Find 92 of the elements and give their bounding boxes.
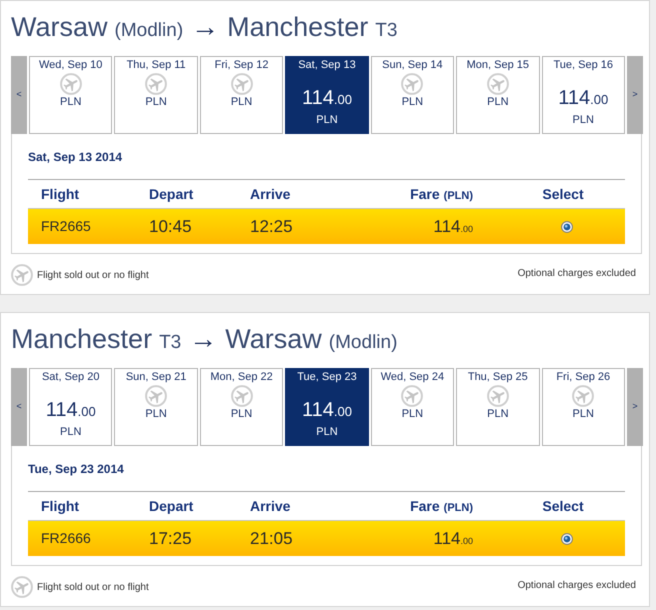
date-label: Sun, Sep 21: [126, 371, 186, 384]
currency-label: PLN: [60, 96, 82, 109]
date-card[interactable]: Tue, Sep 16 114.00 PLN: [542, 56, 625, 134]
date-label: Wed, Sep 24: [380, 371, 444, 384]
fare-price: 114.00: [302, 398, 352, 423]
date-card[interactable]: Tue, Sep 23 114.00 PLN: [285, 368, 369, 446]
column-header: Arrive: [249, 496, 292, 516]
date-label: Mon, Sep 15: [466, 59, 529, 72]
route-title: Manchester T3 → Warsaw (Modlin): [11, 322, 398, 356]
date-label: Sat, Sep 13: [298, 59, 356, 72]
flight-number: FR2665: [40, 217, 92, 236]
date-card[interactable]: Thu, Sep 11 PLN: [114, 56, 198, 134]
currency-label: PLN: [230, 96, 252, 109]
column-header: Select: [541, 496, 585, 516]
plane-icon: [60, 73, 82, 95]
legend-text: Flight sold out or no flight: [37, 268, 149, 282]
route-title: Warsaw (Modlin) → Manchester T3: [11, 10, 398, 44]
date-label: Mon, Sep 22: [210, 371, 273, 384]
currency-label: PLN: [145, 96, 167, 109]
depart-time: 17:25: [148, 528, 193, 550]
date-label: Tue, Sep 23: [297, 371, 357, 384]
charges-note: Optional charges excluded: [518, 578, 636, 592]
next-dates-button[interactable]: >: [626, 56, 643, 134]
date-label: Thu, Sep 25: [468, 371, 528, 384]
plane-icon: [572, 385, 594, 407]
column-header: Fare (PLN): [409, 184, 474, 204]
column-header: Flight: [40, 184, 80, 204]
currency-label: PLN: [572, 114, 594, 127]
currency-label: PLN: [60, 426, 82, 439]
plane-icon: [401, 385, 424, 407]
charges-note: Optional charges excluded: [518, 266, 636, 280]
fare-price: 114.00: [302, 86, 352, 111]
radio-button[interactable]: [561, 220, 573, 232]
date-label: Sat, Sep 20: [42, 371, 100, 384]
flight-number: FR2666: [40, 529, 92, 548]
currency-label: PLN: [316, 426, 338, 439]
currency-label: PLN: [402, 96, 424, 109]
currency-label: PLN: [487, 408, 509, 421]
currency-label: PLN: [230, 408, 252, 421]
plane-icon: [145, 385, 168, 407]
date-label: Fri, Sep 12: [214, 59, 268, 72]
flight-row[interactable]: FR2666 17:25 21:05 114.00: [28, 521, 625, 556]
fare-price: 114.00: [558, 86, 608, 111]
fare-price: 114.00: [432, 216, 474, 238]
plane-icon: [486, 73, 509, 95]
date-card[interactable]: Fri, Sep 26 PLN: [542, 368, 625, 446]
legend-text: Flight sold out or no flight: [37, 580, 149, 594]
plane-icon: [11, 576, 33, 598]
date-label: Thu, Sep 11: [126, 59, 186, 72]
column-header: Depart: [148, 496, 194, 516]
date-card[interactable]: Fri, Sep 12 PLN: [200, 56, 284, 134]
date-label: Sun, Sep 14: [382, 59, 443, 72]
column-header: Flight: [40, 496, 80, 516]
radio-button[interactable]: [561, 532, 573, 544]
plane-icon: [486, 385, 509, 407]
date-card[interactable]: Sat, Sep 20 114.00 PLN: [29, 368, 112, 446]
column-header: Depart: [148, 184, 194, 204]
plane-icon: [230, 73, 253, 95]
prev-dates-button[interactable]: <: [11, 368, 27, 446]
date-card[interactable]: Wed, Sep 10 PLN: [29, 56, 112, 134]
selected-date-heading: Tue, Sep 23 2014: [28, 462, 125, 476]
plane-icon: [230, 385, 253, 407]
prev-dates-button[interactable]: <: [11, 56, 27, 134]
date-label: Tue, Sep 16: [553, 59, 613, 72]
next-dates-button[interactable]: >: [626, 368, 643, 446]
date-card[interactable]: Sun, Sep 21 PLN: [114, 368, 198, 446]
currency-label: PLN: [316, 114, 338, 127]
date-card[interactable]: Sat, Sep 13 114.00 PLN: [285, 56, 369, 134]
date-card[interactable]: Wed, Sep 24 PLN: [370, 368, 454, 446]
column-header: Fare (PLN): [409, 496, 474, 516]
date-card[interactable]: Mon, Sep 15 PLN: [456, 56, 540, 134]
date-card[interactable]: Thu, Sep 25 PLN: [456, 368, 540, 446]
arrive-time: 12:25: [249, 216, 294, 238]
fare-price: 114.00: [46, 398, 96, 423]
currency-label: PLN: [402, 408, 424, 421]
plane-icon: [401, 73, 424, 95]
date-label: Wed, Sep 10: [39, 59, 102, 72]
date-card[interactable]: Sun, Sep 14 PLN: [370, 56, 454, 134]
currency-label: PLN: [487, 96, 509, 109]
plane-icon: [11, 264, 33, 286]
arrive-time: 21:05: [249, 528, 294, 550]
currency-label: PLN: [145, 408, 167, 421]
flight-row[interactable]: FR2665 10:45 12:25 114.00: [28, 209, 625, 244]
date-label: Fri, Sep 26: [556, 371, 610, 384]
plane-icon: [145, 73, 168, 95]
depart-time: 10:45: [148, 216, 193, 238]
currency-label: PLN: [572, 408, 594, 421]
selected-date-heading: Sat, Sep 13 2014: [28, 150, 124, 164]
date-card[interactable]: Mon, Sep 22 PLN: [200, 368, 284, 446]
fare-price: 114.00: [432, 528, 474, 550]
column-header: Arrive: [249, 184, 292, 204]
column-header: Select: [541, 184, 585, 204]
